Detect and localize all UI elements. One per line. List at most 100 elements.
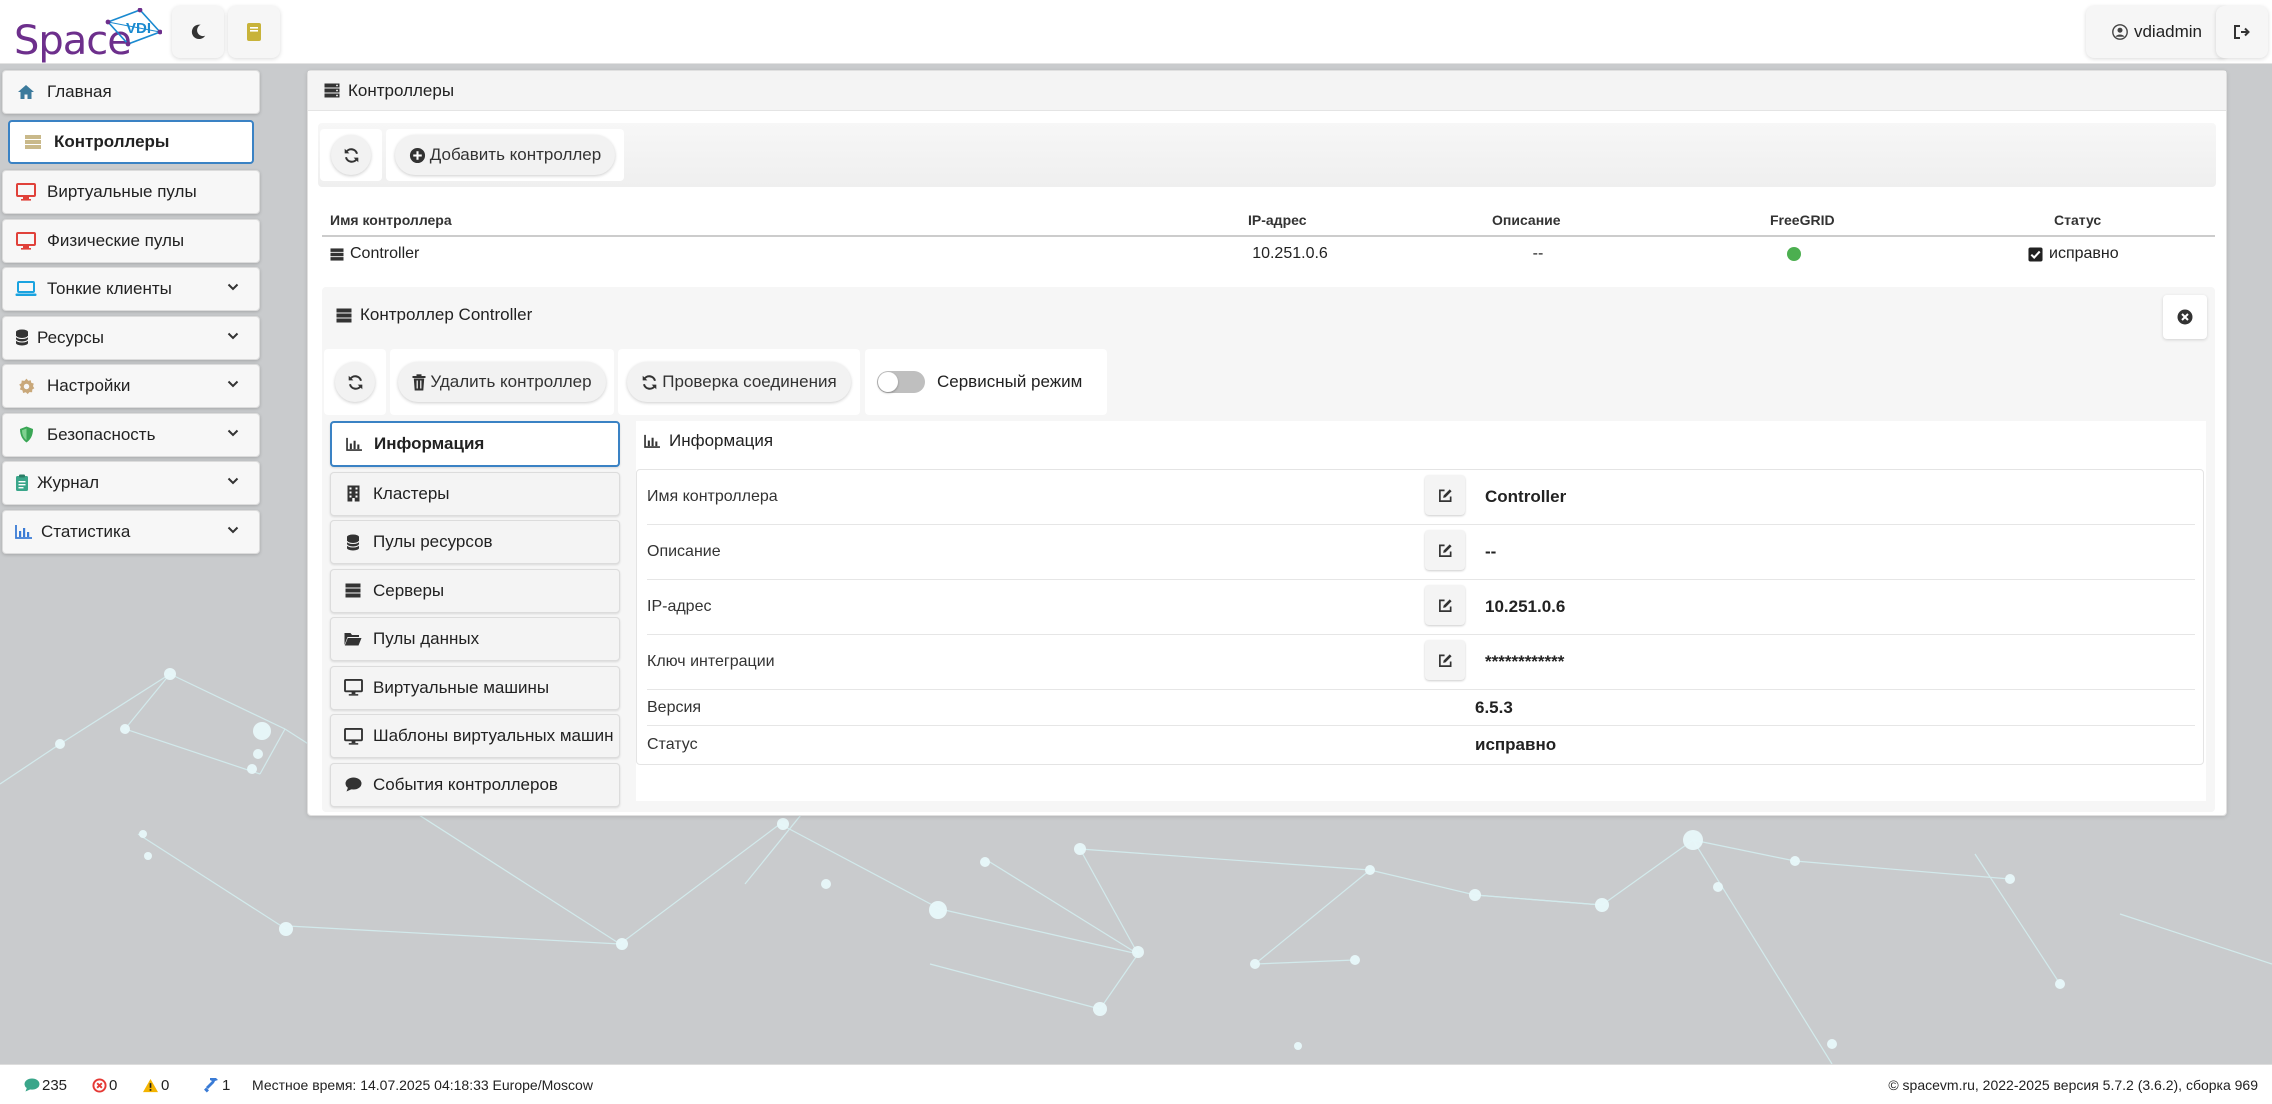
tab-vm-templates[interactable]: Шаблоны виртуальных машин	[330, 714, 620, 758]
tasks-counter[interactable]: 1	[204, 1065, 230, 1104]
sidebar-item-thin-clients[interactable]: Тонкие клиенты	[2, 267, 260, 311]
info-value: исправно	[1475, 735, 1557, 754]
edit-icon	[1438, 543, 1452, 557]
status-dot-icon	[1787, 247, 1801, 261]
refresh-button[interactable]	[331, 135, 371, 175]
messages-counter[interactable]: 235	[24, 1065, 67, 1104]
user-menu-button[interactable]: vdiadmin	[2086, 6, 2228, 58]
controllers-panel: Контроллеры Добавить контроллер Имя конт…	[307, 70, 2227, 816]
controllers-table: Имя контроллера IP-адрес Описание FreeGR…	[322, 203, 2215, 271]
service-mode-label: Сервисный режим	[937, 372, 1083, 391]
sidebar-item-physical-pools[interactable]: Физические пулы	[2, 218, 260, 263]
user-circle-icon	[2112, 24, 2128, 40]
row-name-cell: Controller	[330, 237, 419, 271]
sidebar-item-label: Статистика	[41, 521, 131, 541]
server-icon	[324, 83, 340, 98]
col-header-description[interactable]: Описание	[1492, 203, 1561, 237]
table-row[interactable]: Controller 10.251.0.6 -- исправно	[322, 237, 2215, 271]
copyright: © spacevm.ru, 2022-2025 версия 5.7.2 (3.…	[1888, 1077, 2258, 1093]
edit-integration-key-button[interactable]	[1425, 640, 1465, 680]
info-row: Версия 6.5.3	[647, 690, 2195, 726]
tab-controller-events[interactable]: События контроллеров	[330, 762, 620, 807]
theme-toggle-button[interactable]	[172, 6, 224, 58]
database-icon	[341, 534, 365, 551]
refresh-icon	[344, 147, 358, 163]
info-row: IP-адрес 10.251.0.6	[647, 580, 2195, 635]
row-description: --	[1532, 245, 1544, 262]
chevron-down-icon	[227, 283, 239, 291]
table-header: Имя контроллера IP-адрес Описание FreeGR…	[322, 203, 2215, 237]
sidebar-item-label: Журнал	[37, 473, 100, 492]
chevron-down-icon	[227, 429, 239, 436]
logout-button[interactable]	[2216, 6, 2268, 58]
errors-counter[interactable]: 0	[92, 1065, 117, 1104]
col-header-freegrid[interactable]: FreeGRID	[1770, 203, 1835, 237]
tab-servers[interactable]: Серверы	[330, 568, 620, 613]
sidebar: Главная Контроллеры Виртуальные пулы Физ…	[2, 70, 260, 558]
tab-label: Кластеры	[373, 483, 450, 503]
detail-tabs: Информация Кластеры Пулы ресурсов Сервер…	[330, 421, 620, 811]
info-row: Статус исправно	[647, 726, 2195, 764]
edit-ip-button[interactable]	[1425, 585, 1465, 625]
info-row: Имя контроллера Controller	[647, 470, 2195, 525]
sidebar-item-controllers[interactable]: Контроллеры	[8, 120, 254, 164]
tab-label: Виртуальные машины	[373, 677, 550, 697]
gear-icon	[15, 378, 37, 395]
warning-icon	[143, 1078, 158, 1092]
tab-virtual-machines[interactable]: Виртуальные машины	[330, 665, 620, 710]
chart-icon	[342, 437, 366, 451]
chevron-down-icon	[227, 526, 239, 533]
sidebar-item-statistics[interactable]: Статистика	[2, 509, 260, 554]
clipboard-icon	[15, 474, 29, 492]
check-connection-button[interactable]: Проверка соединения	[627, 362, 851, 402]
sidebar-item-resources[interactable]: Ресурсы	[2, 315, 260, 360]
information-panel: Информация Имя контроллера Controller Оп…	[636, 421, 2206, 801]
page-title-text: Контроллеры	[348, 80, 455, 100]
tab-label: Серверы	[373, 580, 445, 600]
comment-icon	[341, 777, 365, 792]
close-detail-button[interactable]	[2163, 295, 2207, 339]
tab-data-pools[interactable]: Пулы данных	[330, 617, 620, 661]
check-wrap: Проверка соединения	[618, 349, 860, 415]
sidebar-item-virtual-pools[interactable]: Виртуальные пулы	[2, 170, 260, 214]
edit-description-button[interactable]	[1425, 530, 1465, 570]
logout-icon	[2234, 25, 2250, 39]
warnings-count: 0	[161, 1076, 170, 1094]
edit-icon	[1438, 653, 1452, 667]
page-title: Контроллеры	[308, 71, 2226, 111]
tab-clusters[interactable]: Кластеры	[330, 471, 620, 516]
tab-information[interactable]: Информация	[330, 421, 620, 467]
sidebar-item-security[interactable]: Безопасность	[2, 412, 260, 457]
col-header-ip[interactable]: IP-адрес	[1248, 203, 1307, 237]
row-name[interactable]: Controller	[350, 245, 419, 263]
spacevdi-logo[interactable]: Space VDI	[14, 6, 164, 64]
monitor-icon	[15, 231, 37, 250]
add-controller-button[interactable]: Добавить контроллер	[394, 135, 616, 175]
sidebar-item-settings[interactable]: Настройки	[2, 364, 260, 408]
help-book-button[interactable]	[228, 6, 280, 58]
delete-controller-button[interactable]: Удалить контроллер	[398, 362, 606, 402]
detail-refresh-button[interactable]	[335, 362, 375, 402]
col-header-name[interactable]: Имя контроллера	[330, 203, 452, 237]
controller-detail: Контроллер Controller Удалить контроллер	[322, 287, 2215, 812]
sidebar-item-label: Ресурсы	[37, 327, 105, 347]
tab-resource-pools[interactable]: Пулы ресурсов	[330, 520, 620, 564]
local-time: Местное время: 14.07.2025 04:18:33 Europ…	[252, 1077, 593, 1093]
shield-icon	[15, 426, 37, 443]
user-name: vdiadmin	[2133, 22, 2203, 41]
edit-name-button[interactable]	[1425, 475, 1465, 515]
row-freegrid	[1786, 237, 1802, 271]
check-connection-label: Проверка соединения	[662, 372, 837, 391]
chevron-down-icon	[227, 380, 239, 388]
messages-count: 235	[42, 1076, 68, 1094]
tab-label: Пулы данных	[373, 629, 480, 648]
warnings-counter[interactable]: 0	[142, 1065, 169, 1104]
col-header-status[interactable]: Статус	[2054, 203, 2101, 237]
service-mode-toggle[interactable]	[877, 371, 925, 393]
info-value: 6.5.3	[1475, 697, 1513, 717]
info-label: Версия	[647, 698, 702, 716]
sidebar-item-home[interactable]: Главная	[2, 70, 260, 114]
server-icon	[330, 247, 344, 261]
detail-title-text: Контроллер Controller	[360, 305, 533, 324]
sidebar-item-journal[interactable]: Журнал	[2, 461, 260, 505]
